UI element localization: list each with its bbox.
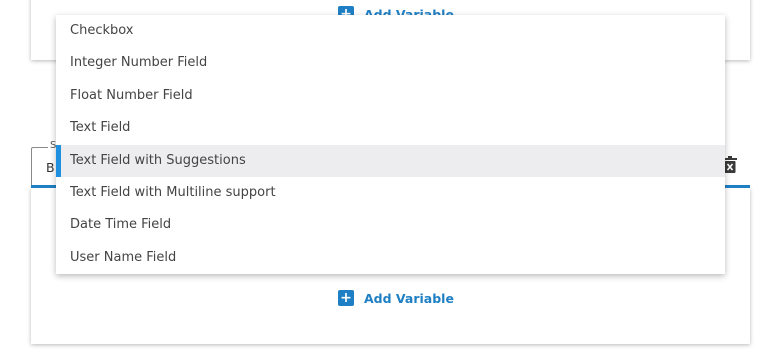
option-date-time-field[interactable]: Date Time Field — [56, 209, 725, 241]
option-checkbox[interactable]: Checkbox — [56, 15, 725, 47]
variable-type-value: B — [46, 160, 55, 175]
variable-type-dropdown: Checkbox Integer Number Field Float Numb… — [56, 15, 725, 274]
option-float-number-field[interactable]: Float Number Field — [56, 80, 725, 112]
plus-icon: + — [338, 290, 354, 306]
option-text-field[interactable]: Text Field — [56, 112, 725, 144]
option-integer-number-field[interactable]: Integer Number Field — [56, 47, 725, 79]
option-user-name-field[interactable]: User Name Field — [56, 242, 725, 274]
add-variable-label: Add Variable — [364, 290, 454, 306]
option-text-field-with-suggestions[interactable]: Text Field with Suggestions — [56, 144, 725, 178]
option-text-field-multiline[interactable]: Text Field with Multiline support — [56, 177, 725, 209]
add-variable-button[interactable]: + Add Variable — [338, 290, 454, 306]
trash-icon[interactable] — [723, 156, 737, 173]
